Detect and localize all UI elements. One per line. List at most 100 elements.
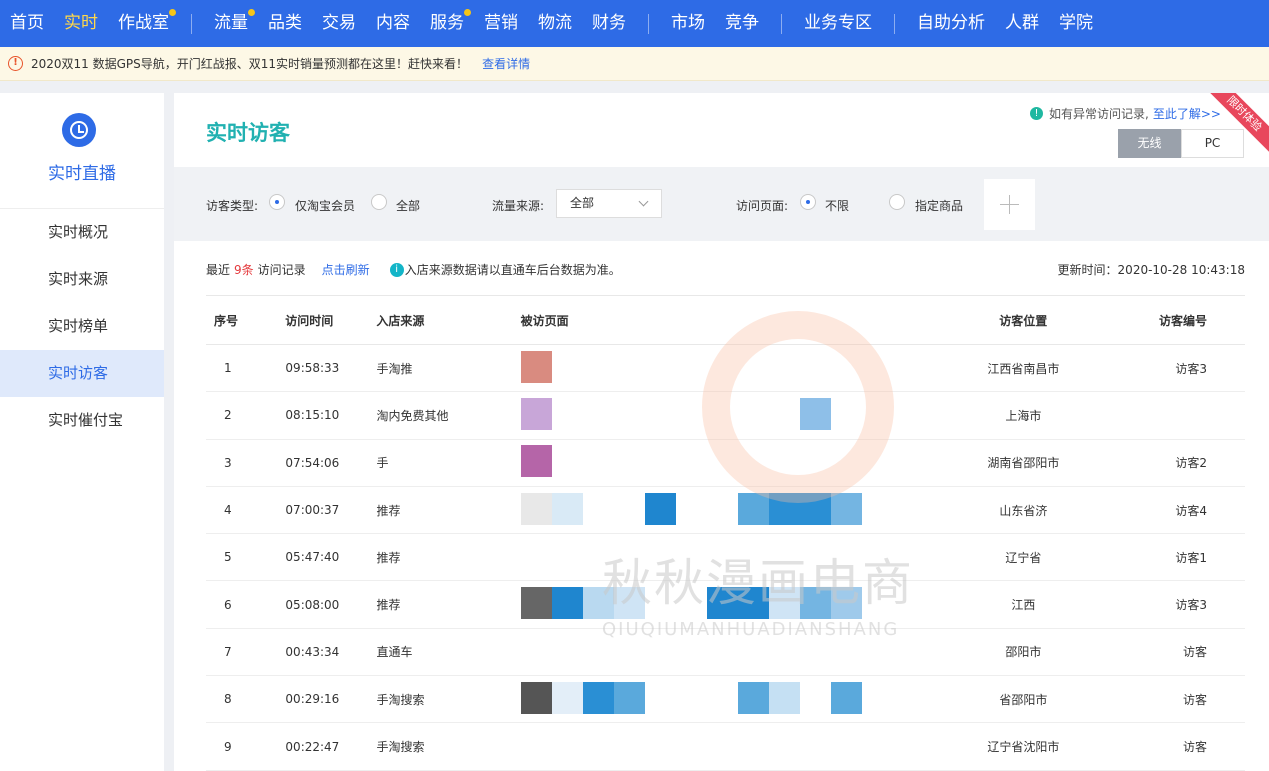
mosaic-block [675,397,707,430]
row-page[interactable] [513,445,920,480]
row-page[interactable] [513,397,920,433]
radio-unlimited-label: 不限 [825,199,850,213]
nav-item[interactable]: 人群 [995,0,1049,47]
radio-all[interactable] [371,194,387,210]
mosaic-block [613,587,645,620]
notice-details-link[interactable]: 查看详情 [482,55,530,72]
nav-item[interactable]: 学院 [1049,0,1103,47]
sidebar-item[interactable]: 实时访客 [0,350,164,397]
row-location: 辽宁省 [1005,550,1042,565]
radio-goods[interactable] [889,194,905,210]
row-page[interactable] [513,350,920,386]
nav-item[interactable]: 首页 [0,0,54,47]
mosaic-block [830,681,862,714]
row-page[interactable] [513,587,920,622]
mosaic-block [644,397,676,430]
nav-item[interactable]: 实时 [54,0,108,47]
nav-item[interactable]: 竞争 [715,0,769,47]
notice-bar: ! 2020双11 数据GPS导航，开门红战报、双11实时销量预测都在这里！赶快… [0,47,1269,81]
row-source: 手淘搜索 [376,692,425,707]
row-page[interactable] [513,729,920,764]
nav-item-label: 物流 [538,13,572,33]
nav-item-label: 服务 [430,13,464,33]
wireless-button[interactable]: 无线 [1118,129,1181,158]
top-nav: 首页 实时 作战室 流量 品类 交易 内容 服务 营销 物流 财务 市场 竞争 业务专区 自助分析 人群 学院 [0,0,1269,47]
table-row: 9 00:22:47 手淘搜索 辽宁省沈阳市 访客 [206,723,1245,771]
sidebar-item[interactable]: 实时概况 [0,209,164,256]
nav-item-label: 自助分析 [917,13,985,33]
nav-item-label: 营销 [484,13,518,33]
nav-item[interactable]: 业务专区 [794,0,882,47]
mosaic-block [675,587,707,620]
refresh-link[interactable]: 点击刷新 [322,261,370,278]
mosaic-block [737,397,769,430]
header-page: 被访页面 [520,313,569,328]
mosaic-block [520,350,552,383]
redacted-page-thumbnail [520,445,552,478]
nav-item[interactable]: 营销 [474,0,528,47]
row-no: 1 [224,361,232,376]
sidebar: 实时直播 实时概况 实时来源 实时榜单 实时访客 实时催付宝 [0,93,164,771]
nav-item[interactable]: 品类 [258,0,312,47]
nav-item[interactable]: 流量 [204,0,258,47]
nav-item[interactable]: 交易 [312,0,366,47]
row-time: 05:08:00 [285,597,340,612]
row-location: 上海市 [1005,408,1042,423]
nav-item[interactable]: 自助分析 [907,0,995,47]
mosaic-block [799,587,831,620]
redacted-page-thumbnail [520,587,862,620]
mosaic-block [768,492,800,525]
page-title: 实时访客 [206,121,290,145]
nav-item-label: 交易 [322,13,356,33]
redacted-page-thumbnail [520,492,862,525]
table-body: 1 09:58:33 手淘推 江西省南昌市 访客3 2 08:15:10 淘内免费其他 上海市 3… [206,345,1245,771]
row-visitor: 访客 [1182,645,1207,660]
row-visitor: 访客1 [1175,550,1207,565]
redacted-page-thumbnail [520,397,831,430]
row-page[interactable] [513,492,920,528]
row-visitor: 访客2 [1175,456,1207,471]
mosaic-block [675,681,707,714]
row-page[interactable] [513,634,920,669]
nav-item-label: 首页 [10,13,44,33]
nav-item[interactable]: 财务 [582,0,636,47]
row-location: 辽宁省沈阳市 [987,740,1060,755]
mosaic-block [768,681,800,714]
source-select[interactable]: 全部 [556,189,662,218]
add-goods-button[interactable] [984,179,1035,230]
nav-item[interactable]: 物流 [528,0,582,47]
row-no: 2 [224,408,232,423]
sidebar-item[interactable]: 实时榜单 [0,303,164,350]
header-time: 访问时间 [285,313,334,328]
abnormal-link[interactable]: 至此了解>> [1153,105,1221,122]
row-page[interactable] [513,540,920,575]
mosaic-block [768,587,800,620]
pc-button[interactable]: PC [1181,129,1244,158]
nav-item-label: 业务专区 [804,13,872,33]
row-page[interactable] [513,681,920,717]
table-row: 4 07:00:37 推荐 山东省济 访客4 [206,487,1245,535]
row-source: 手淘推 [376,361,413,376]
nav-item[interactable]: 市场 [661,0,715,47]
mosaic-block [520,445,552,478]
nav-item[interactable]: 作战室 [108,0,179,47]
mosaic-block [520,681,552,714]
new-dot-icon [248,9,255,16]
mosaic-block [582,397,614,430]
sidebar-item[interactable]: 实时催付宝 [0,397,164,444]
radio-member[interactable] [269,194,285,210]
row-time: 09:58:33 [285,361,340,376]
nav-item[interactable]: 服务 [420,0,474,47]
mosaic-block [613,397,645,430]
page-label: 访问页面: [736,199,789,213]
row-location: 江西 [1011,598,1036,613]
mosaic-block [551,681,583,714]
mosaic-block [613,492,645,525]
nav-item[interactable]: 内容 [366,0,420,47]
abnormal-notice: ! 如有异常访问记录, 至此了解>> [1030,105,1221,122]
radio-unlimited[interactable] [800,194,816,210]
row-location: 山东省济 [999,503,1048,518]
sidebar-item[interactable]: 实时来源 [0,256,164,303]
row-visitor: 访客3 [1175,361,1207,376]
nav-separator [648,13,649,34]
